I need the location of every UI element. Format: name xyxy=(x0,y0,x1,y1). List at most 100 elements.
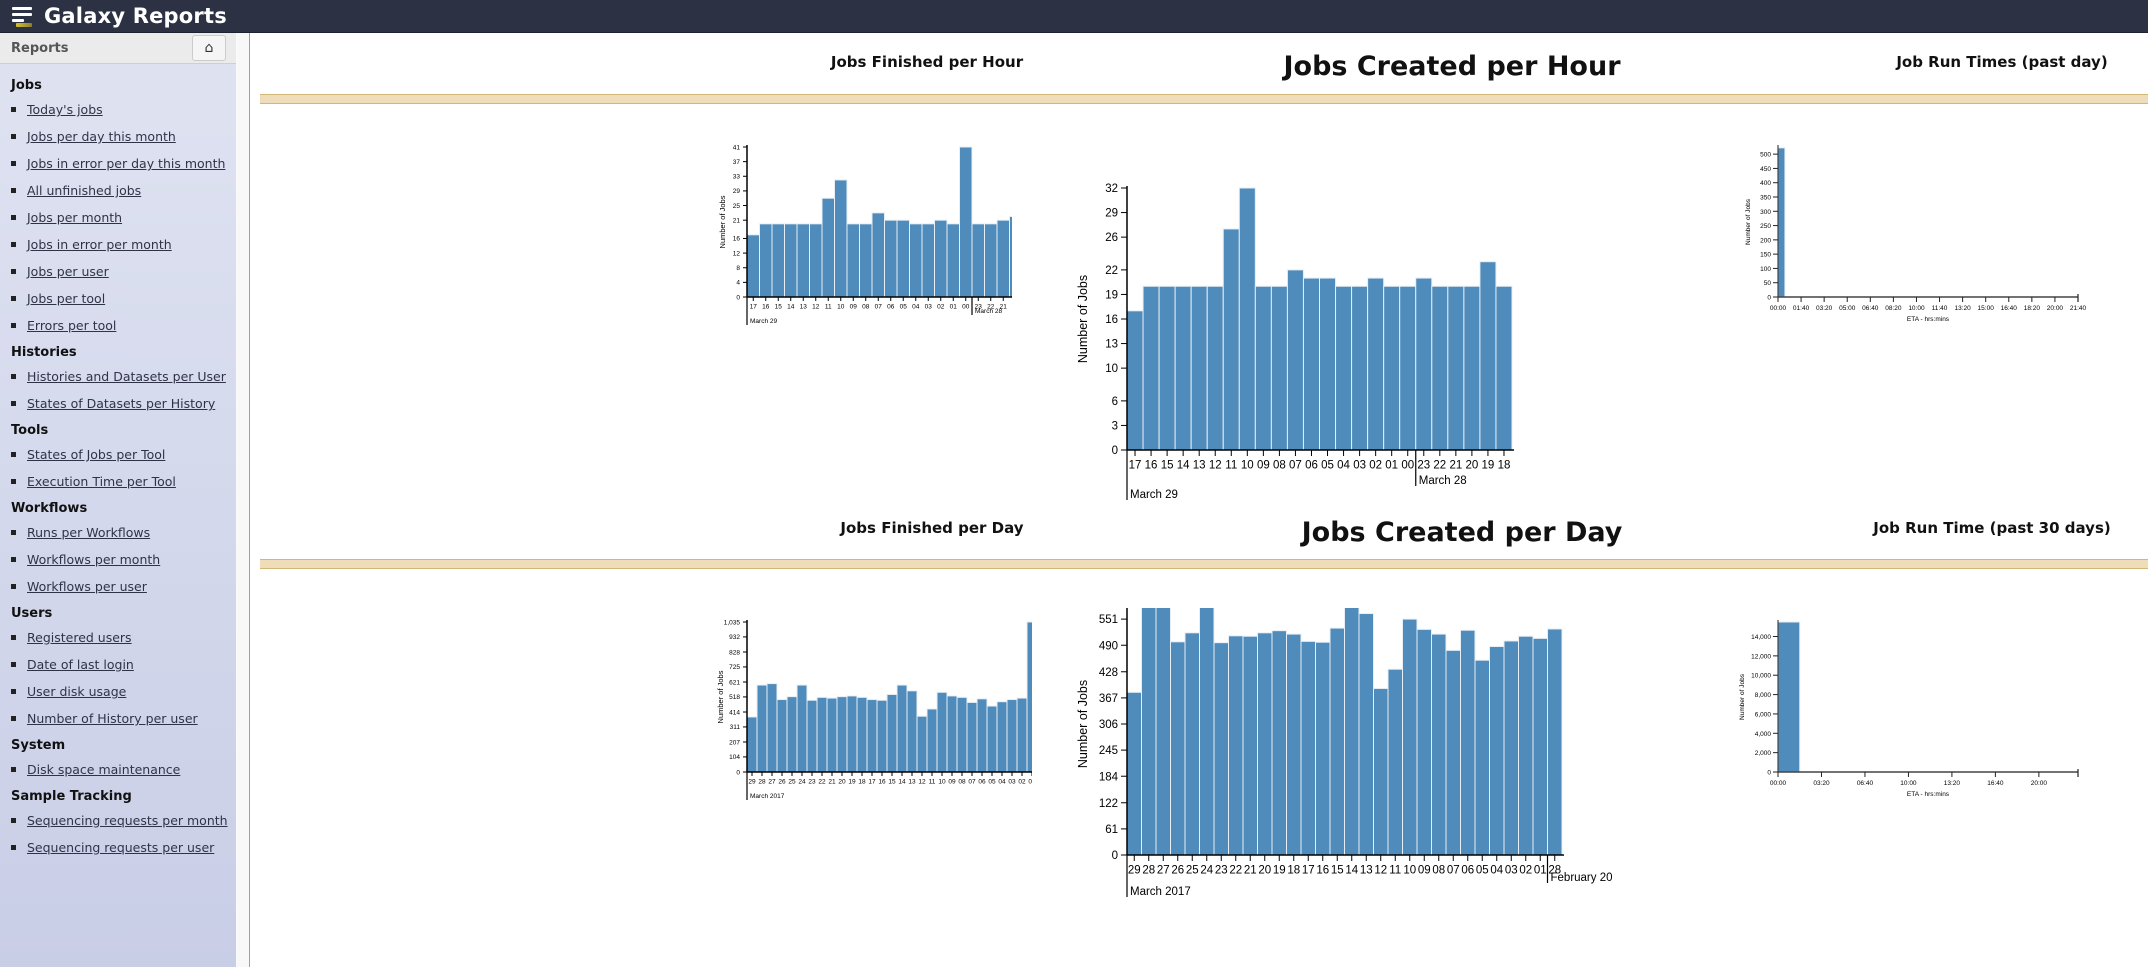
x-tick-label: 15 xyxy=(1161,460,1174,472)
sidebar-link[interactable]: Registered users xyxy=(27,624,132,651)
x-tick-label: 07 xyxy=(968,779,976,786)
bullet-icon xyxy=(11,557,16,562)
bar xyxy=(1006,699,1018,773)
bar xyxy=(1777,147,1786,298)
x-tick-label: 20 xyxy=(1465,460,1478,472)
sidebar-link[interactable]: Execution Time per Tool xyxy=(27,468,176,495)
y-tick-label: 4,000 xyxy=(1755,731,1772,738)
sidebar-link[interactable]: Workflows per user xyxy=(27,573,147,600)
x-tick-label: 12 xyxy=(1374,865,1387,877)
sidebar-link[interactable]: Today's jobs xyxy=(27,96,103,123)
y-tick-label: 450 xyxy=(1760,166,1771,173)
bar xyxy=(916,715,928,773)
y-tick-label: 50 xyxy=(1764,280,1772,287)
sidebar-title: Reports xyxy=(11,40,69,56)
bar xyxy=(1351,285,1369,451)
y-tick-label: 184 xyxy=(1099,771,1119,783)
y-tick-label: 350 xyxy=(1760,195,1771,202)
x-tick-label: 08 xyxy=(1432,865,1445,877)
sidebar-link[interactable]: Jobs per tool xyxy=(27,285,105,312)
bar xyxy=(896,684,908,773)
chart-job-run-times-past-day: 0 50 100 150 200 250 300 350 400 450 500 Number of … xyxy=(1745,145,2087,323)
y-tick-label: 414 xyxy=(729,709,740,716)
sidebar-link[interactable]: Errors per tool xyxy=(27,312,116,339)
home-button[interactable]: ⌂ xyxy=(192,35,226,61)
sidebar-link[interactable]: Disk space maintenance xyxy=(27,756,180,783)
sidebar-link[interactable]: All unfinished jobs xyxy=(27,177,141,204)
sidebar-link[interactable]: Jobs in error per day this month xyxy=(27,150,225,177)
app-title[interactable]: Galaxy Reports xyxy=(44,4,227,28)
x-tick-label: 07 xyxy=(1447,865,1460,877)
x-tick-label: 03 xyxy=(1505,865,1518,877)
y-tick-label: 6 xyxy=(1112,396,1118,408)
chart-title-job-run-times-past-day: Job Run Times (past day) xyxy=(1896,53,2108,71)
sidebar-link[interactable]: Jobs in error per month xyxy=(27,231,172,258)
bar xyxy=(771,223,785,298)
sidebar-link[interactable]: Runs per Workflows xyxy=(27,519,150,546)
sidebar-link[interactable]: User disk usage xyxy=(27,678,126,705)
bar xyxy=(1206,285,1224,451)
bar xyxy=(1367,277,1385,451)
sidebar-item: Registered users xyxy=(11,624,236,651)
x-tick-label: 18 xyxy=(1498,460,1511,472)
sidebar-divider[interactable] xyxy=(237,33,250,967)
bar xyxy=(1242,635,1258,856)
bar xyxy=(984,223,998,298)
x-tick-label: 15 xyxy=(775,304,783,311)
bar xyxy=(746,234,760,298)
sidebar-link[interactable]: Date of last login xyxy=(27,651,134,678)
bar xyxy=(746,716,758,773)
y-tick-label: 4 xyxy=(736,280,740,287)
y-tick-label: 12 xyxy=(733,250,741,257)
sidebar-link[interactable]: States of Jobs per Tool xyxy=(27,441,165,468)
bar xyxy=(1155,608,1171,856)
x-tick-label: 11 xyxy=(929,779,936,786)
bar xyxy=(976,698,988,773)
x-tick-label: 13 xyxy=(908,779,916,786)
x-tick-label: 13:20 xyxy=(1944,780,1961,787)
x-tick-label: 09 xyxy=(1257,460,1270,472)
x-tick-label: 10:00 xyxy=(1900,780,1917,787)
sidebar-item: Workflows per user xyxy=(11,573,236,600)
x-tick-label: 18 xyxy=(1287,865,1300,877)
bullet-icon xyxy=(11,161,16,166)
sidebar-item: Sequencing requests per month xyxy=(11,807,236,834)
sidebar-link[interactable]: Number of History per user xyxy=(27,705,198,732)
bar xyxy=(934,219,948,298)
x-tick-label: 06 xyxy=(1461,865,1474,877)
bullet-icon xyxy=(11,689,16,694)
x-tick-label: 29 xyxy=(748,779,756,786)
x-tick-label: 23 xyxy=(808,779,816,786)
chart-row-hourly: Jobs Finished per Hour Jobs Created per … xyxy=(252,33,2148,503)
sidebar-link[interactable]: Jobs per month xyxy=(27,204,122,231)
sidebar-section-list: Disk space maintenance xyxy=(11,756,236,783)
sidebar-link[interactable]: Sequencing requests per user xyxy=(27,834,214,861)
galaxy-logo-icon[interactable] xyxy=(12,6,34,27)
sidebar-item: Jobs per day this month xyxy=(11,123,236,150)
sidebar-link[interactable]: Jobs per user xyxy=(27,258,109,285)
bar xyxy=(1547,628,1563,856)
x-tick-label: 12 xyxy=(918,779,926,786)
x-tick-label: 16 xyxy=(762,304,770,311)
x-axis-label: ETA - hrs:mins xyxy=(1907,791,1950,798)
x-tick-label: 19 xyxy=(848,779,856,786)
bar xyxy=(1383,285,1401,451)
bar xyxy=(786,696,798,773)
bar xyxy=(936,691,948,773)
bar xyxy=(996,701,1008,773)
main-panel: Jobs Finished per Hour Jobs Created per … xyxy=(252,33,2148,967)
sidebar-link[interactable]: Histories and Datasets per User xyxy=(27,363,226,390)
sidebar-link[interactable]: Jobs per day this month xyxy=(27,123,176,150)
x-tick-label: 17 xyxy=(1129,460,1142,472)
bar xyxy=(971,223,985,298)
sidebar-link[interactable]: Sequencing requests per month xyxy=(27,807,228,834)
x-tick-label: 04 xyxy=(1337,460,1350,472)
bar xyxy=(1286,633,1302,856)
x-tick-label: 05 xyxy=(1321,460,1334,472)
x-tick-label: 14 xyxy=(1345,865,1358,877)
sidebar-link[interactable]: States of Datasets per History xyxy=(27,390,215,417)
sidebar-item: Histories and Datasets per User xyxy=(11,363,236,390)
y-tick-label: 0 xyxy=(736,294,740,301)
bar xyxy=(1460,629,1476,856)
sidebar-link[interactable]: Workflows per month xyxy=(27,546,160,573)
